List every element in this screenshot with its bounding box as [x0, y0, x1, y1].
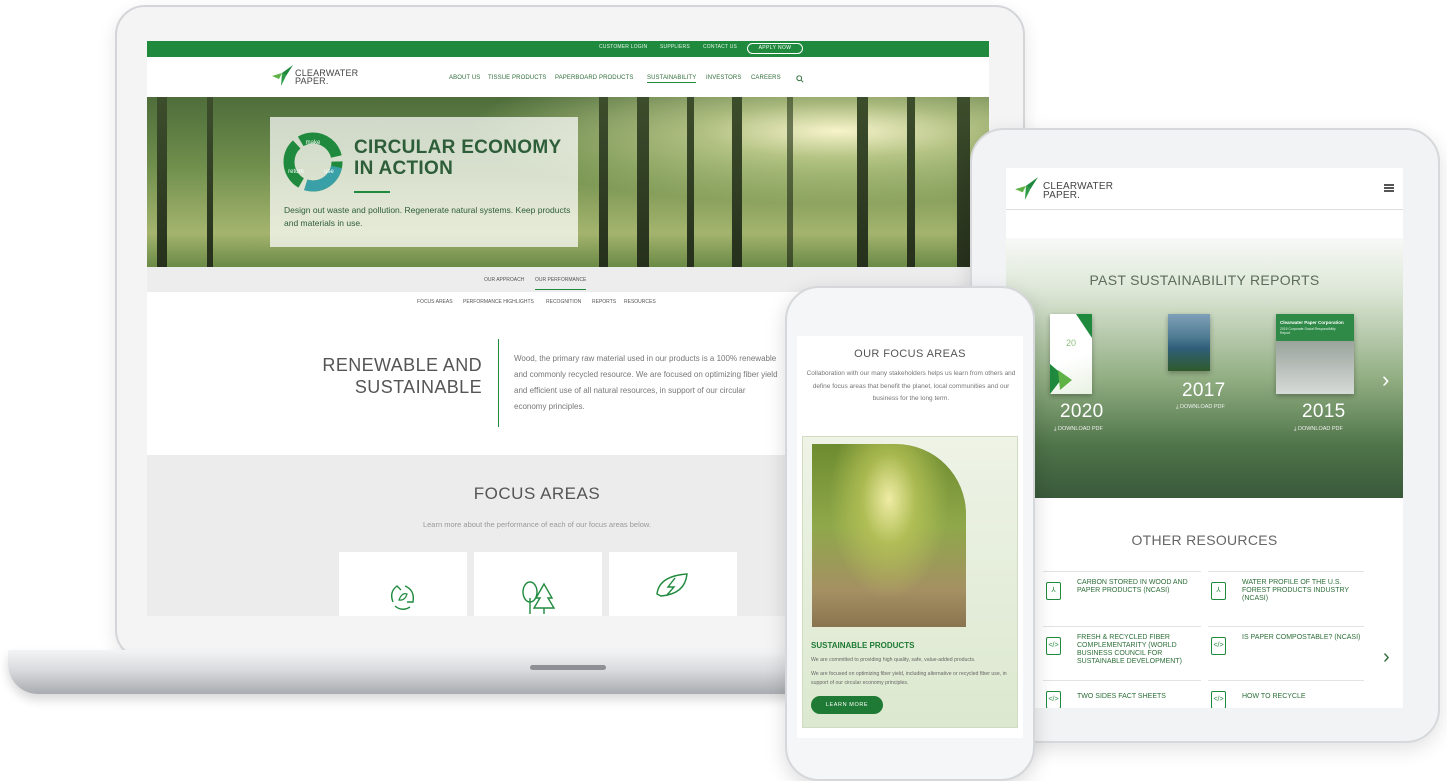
forest-path-image: [812, 444, 966, 627]
code-doc-icon: </>: [1211, 637, 1226, 655]
card-body-1: We are committed to providing high quali…: [811, 657, 976, 663]
badge-use: use: [324, 169, 334, 175]
subnav-reports[interactable]: REPORTS: [592, 299, 616, 305]
report-cover-2020[interactable]: 20: [1050, 314, 1092, 394]
focus-card-energy[interactable]: [609, 552, 737, 616]
section-divider: [498, 339, 499, 427]
subnav-focus-areas[interactable]: FOCUS AREAS: [417, 299, 453, 305]
hero-title: CIRCULAR ECONOMY IN ACTION: [354, 137, 562, 179]
code-doc-icon: </>: [1046, 637, 1061, 655]
report-year-2017: 2017: [1182, 380, 1226, 401]
focus-areas-intro: Collaboration with our many stakeholders…: [806, 370, 1016, 402]
tree-trunk: [637, 97, 649, 267]
utility-bar: CUSTOMER LOGIN SUPPLIERS CONTACT US APPL…: [147, 41, 989, 57]
report-year-2020: 2020: [1060, 401, 1104, 422]
hamburger-icon[interactable]: [1384, 184, 1394, 192]
circular-economy-icon: make use return: [283, 132, 343, 192]
renewable-body: Wood, the primary raw material used in o…: [514, 354, 778, 411]
badge-make: make: [306, 140, 321, 146]
report-download-2017[interactable]: ⤓ DOWNLOAD PDF: [1176, 404, 1225, 411]
nav-about-us[interactable]: ABOUT US: [449, 75, 480, 81]
tree-trunk: [957, 97, 970, 267]
pdf-icon: ⅄: [1046, 582, 1061, 600]
laptop-notch: [530, 665, 606, 670]
hero-banner: make use return CIRCULAR ECONOMY IN ACTI…: [147, 97, 989, 267]
nav-investors[interactable]: INVESTORS: [706, 75, 741, 81]
subnav-resources[interactable]: RESOURCES: [624, 299, 656, 305]
report-cover-2015[interactable]: Clearwater Paper Corporation 2015 Corpor…: [1276, 314, 1354, 394]
tablet-header: CLEARWATER PAPER.: [1006, 168, 1403, 210]
learn-more-button[interactable]: LEARN MORE: [811, 696, 883, 714]
tablet-screen: CLEARWATER PAPER. PAST SUSTAINABILITY RE…: [1006, 168, 1403, 708]
contact-us-link[interactable]: CONTACT US: [703, 44, 737, 50]
clearwater-logo-icon[interactable]: [1014, 176, 1038, 200]
report-download-2015[interactable]: ⤓ DOWNLOAD PDF: [1294, 426, 1343, 433]
tab-our-approach[interactable]: OUR APPROACH: [484, 277, 524, 283]
report-download-2020[interactable]: ⤓ DOWNLOAD PDF: [1054, 426, 1103, 433]
main-nav: CLEARWATER PAPER. ABOUT US TISSUE PRODUC…: [147, 57, 989, 97]
hero-card: make use return CIRCULAR ECONOMY IN ACTI…: [270, 117, 578, 247]
logo-wordmark[interactable]: CLEARWATER PAPER.: [295, 69, 358, 86]
resources-next-icon[interactable]: ›: [1383, 646, 1390, 669]
logo-wordmark[interactable]: CLEARWATER PAPER.: [1043, 182, 1113, 201]
carousel-next-icon[interactable]: ›: [1382, 367, 1389, 393]
code-doc-icon: </>: [1046, 691, 1061, 708]
other-resources-title: OTHER RESOURCES: [1131, 532, 1278, 548]
tree-trunk: [787, 97, 793, 267]
card-body-2: We are focused on optimizing fiber yield…: [811, 671, 1007, 686]
badge-return: return: [288, 169, 304, 175]
focus-card-recycling[interactable]: [339, 552, 467, 616]
report-cover-2017[interactable]: [1168, 314, 1210, 371]
report-year-2015: 2015: [1302, 401, 1346, 422]
tree-trunk: [157, 97, 167, 267]
nav-sustainability[interactable]: SUSTAINABILITY: [647, 75, 697, 83]
hero-description: Design out waste and pollution. Regenera…: [284, 205, 571, 228]
resource-item[interactable]: </> TWO SIDES FACT SHEETS: [1043, 680, 1201, 708]
renewable-heading: RENEWABLE AND SUSTAINABLE: [322, 355, 482, 397]
clearwater-logo-icon[interactable]: [271, 64, 293, 86]
past-reports-title: PAST SUSTAINABILITY REPORTS: [1089, 272, 1320, 288]
tree-trunk: [732, 97, 742, 267]
code-doc-icon: </>: [1211, 691, 1226, 708]
resource-item[interactable]: </> HOW TO RECYCLE: [1208, 680, 1364, 708]
resource-item[interactable]: ⅄ CARBON STORED IN WOOD AND PAPER PRODUC…: [1043, 571, 1201, 611]
energy-leaf-icon: [656, 573, 688, 597]
report-cover-2015-title: Clearwater Paper Corporation: [1280, 320, 1344, 325]
focus-card-forests[interactable]: [474, 552, 602, 616]
apply-now-button[interactable]: APPLY NOW: [747, 43, 803, 54]
tree-trunk: [207, 97, 213, 267]
tree-trunk: [857, 97, 868, 267]
pdf-icon: ⅄: [1211, 582, 1226, 600]
report-cover-2015-subtitle: 2015 Corporate Social Responsibility Rep…: [1280, 327, 1336, 335]
resource-item[interactable]: </> IS PAPER COMPOSTABLE? (NCASI): [1208, 626, 1364, 678]
tree-trunk: [907, 97, 915, 267]
trees-icon: [522, 581, 556, 614]
search-icon[interactable]: [796, 75, 804, 83]
resource-item[interactable]: </> FRESH & RECYCLED FIBER COMPLEMENTARI…: [1043, 626, 1201, 678]
suppliers-link[interactable]: SUPPLIERS: [660, 44, 690, 50]
subnav-recognition[interactable]: RECOGNITION: [546, 299, 581, 305]
nav-tissue-products[interactable]: TISSUE PRODUCTS: [488, 75, 547, 81]
customer-login-link[interactable]: CUSTOMER LOGIN: [599, 44, 647, 50]
hero-divider: [354, 191, 390, 193]
focus-areas-title: OUR FOCUS AREAS: [854, 348, 966, 360]
tab-our-performance[interactable]: OUR PERFORMANCE: [535, 277, 587, 290]
svg-text:20: 20: [1066, 338, 1076, 348]
subnav-performance-highlights[interactable]: PERFORMANCE HIGHLIGHTS: [463, 299, 534, 305]
tree-trunk: [599, 97, 608, 267]
sustainable-products-card: SUSTAINABLE PRODUCTS We are committed to…: [802, 436, 1018, 728]
nav-paperboard-products[interactable]: PAPERBOARD PRODUCTS: [555, 75, 633, 81]
resource-item[interactable]: ⅄ WATER PROFILE OF THE U.S. FOREST PRODU…: [1208, 571, 1364, 611]
report-cover-2020-art: 20: [1050, 314, 1092, 394]
tree-trunk: [687, 97, 694, 267]
card-heading: SUSTAINABLE PRODUCTS: [811, 641, 915, 650]
recycle-leaf-icon: [390, 585, 415, 610]
phone-screen: OUR FOCUS AREAS Collaboration with our m…: [797, 336, 1023, 738]
nav-careers[interactable]: CAREERS: [751, 75, 781, 81]
